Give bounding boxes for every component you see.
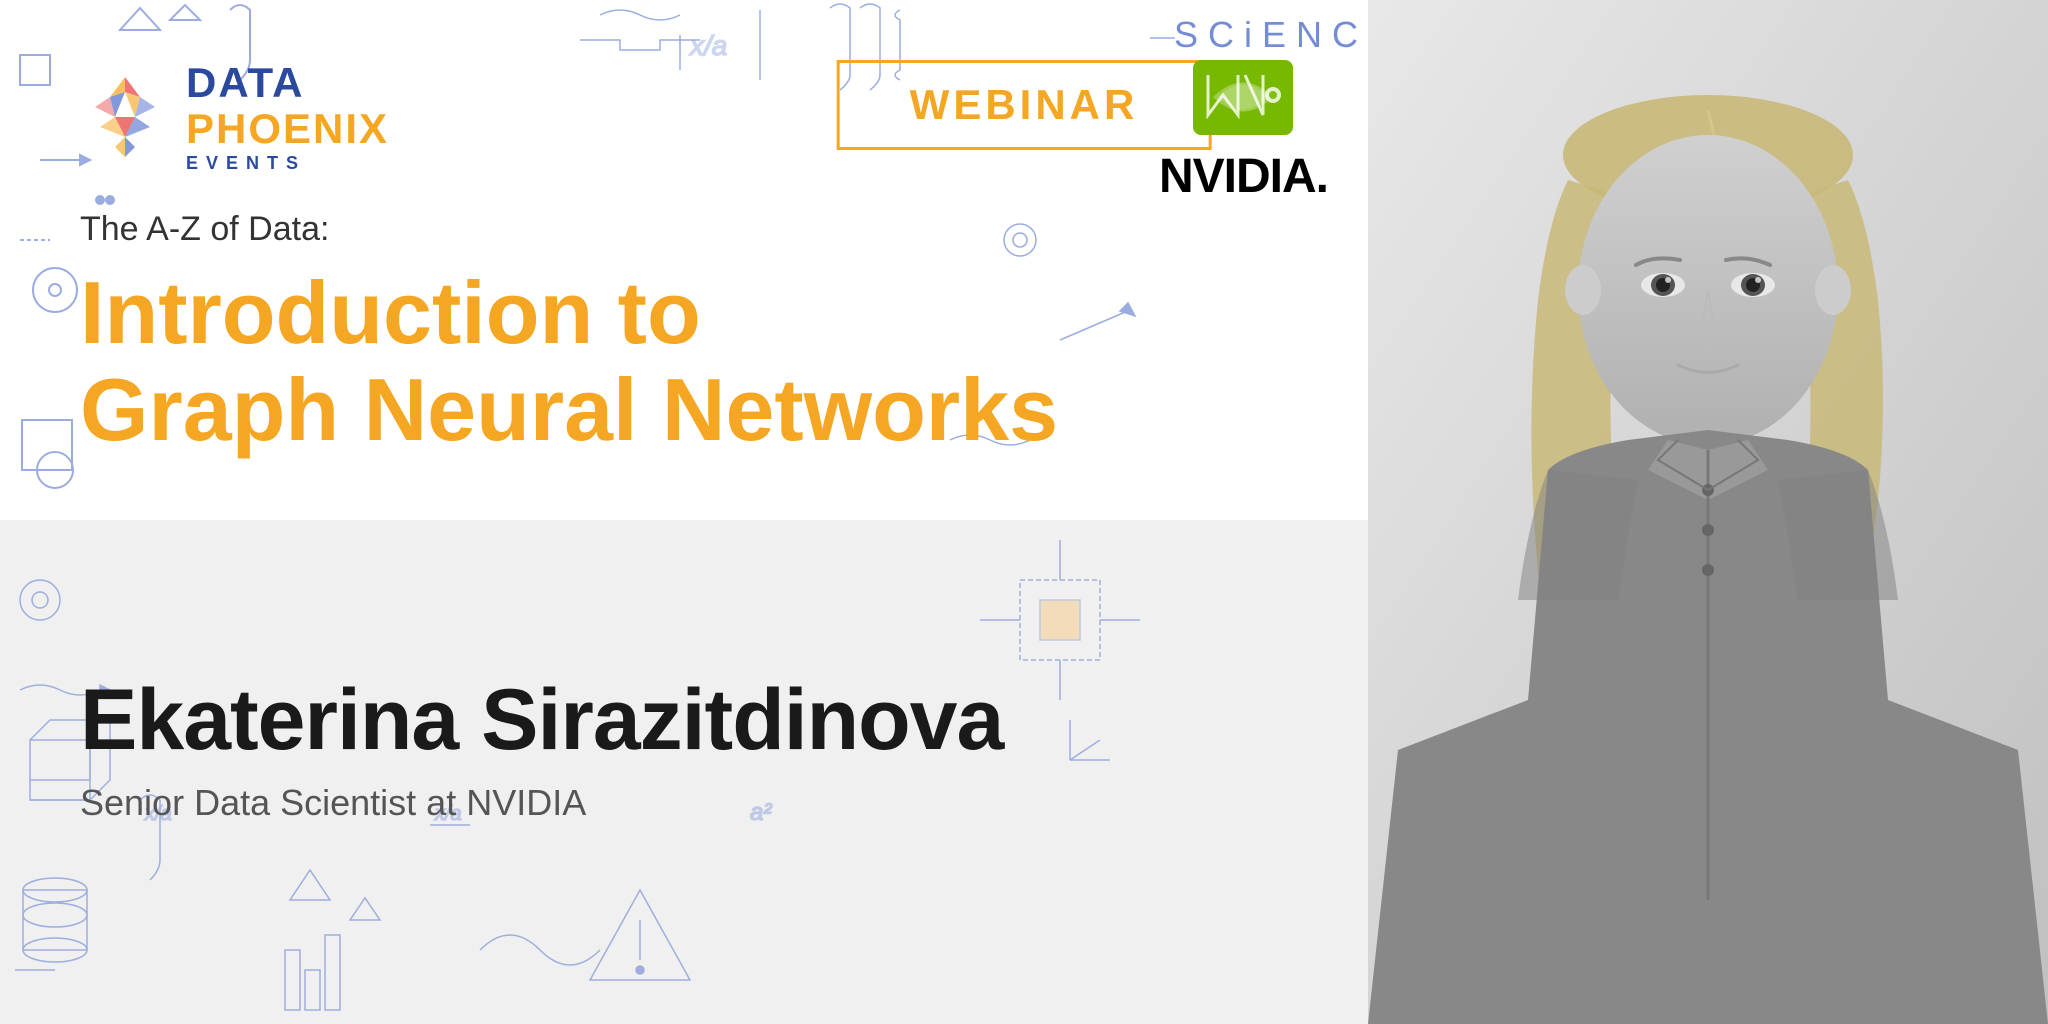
page-wrapper: x/a: [0, 0, 2048, 1024]
speaker-photo: [1368, 0, 2048, 1024]
subtitle-text: The A-Z of Data:: [80, 210, 1058, 249]
webinar-text: WEBINAR: [910, 81, 1139, 128]
main-title: Introduction to Graph Neural Networks: [80, 265, 1058, 459]
logo-area: DATA PHOENIX EVENTS: [80, 60, 389, 174]
speaker-info: Ekaterina Sirazitdinova Senior Data Scie…: [80, 671, 1003, 824]
logo-events: EVENTS: [186, 154, 389, 174]
logo-text: DATA PHOENIX EVENTS: [186, 60, 389, 174]
nvidia-wordmark: NVIDIA.: [1159, 149, 1328, 204]
logo-data: DATA: [186, 60, 389, 106]
nvidia-chip-icon: [1183, 50, 1303, 145]
logo-icon: [80, 72, 170, 162]
title-area: The A-Z of Data: Introduction to Graph N…: [80, 210, 1058, 459]
speaker-name-text: Ekaterina Sirazitdinova: [80, 671, 1003, 770]
webinar-badge: WEBINAR: [837, 60, 1212, 150]
nvidia-logo-area: NVIDIA.: [1159, 50, 1328, 204]
speaker-photo-svg: [1368, 0, 2048, 1024]
main-title-line2: Graph Neural Networks: [80, 362, 1058, 459]
speaker-role-text: Senior Data Scientist at NVIDIA: [80, 782, 1003, 824]
svg-text:x/a: x/a: [688, 30, 727, 61]
main-title-line1: Introduction to: [80, 265, 1058, 362]
logo-phoenix: PHOENIX: [186, 106, 389, 152]
